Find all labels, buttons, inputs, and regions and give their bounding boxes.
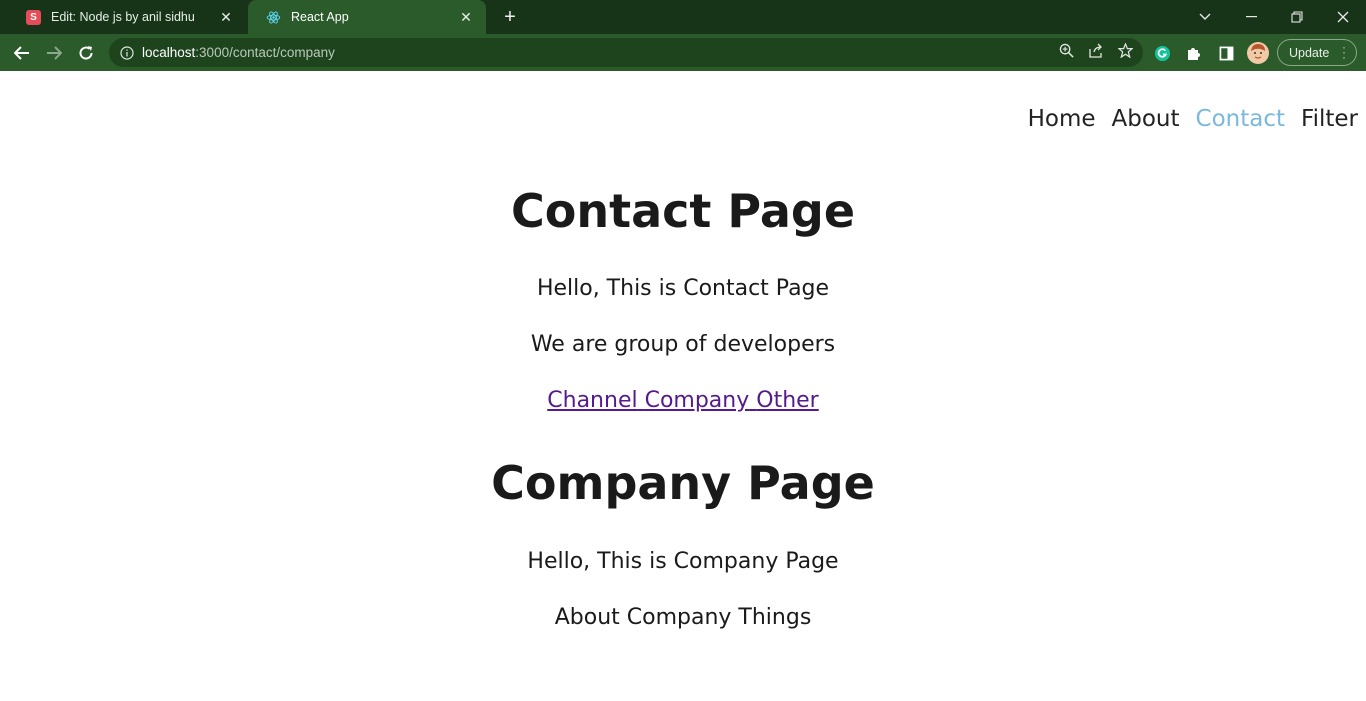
profile-avatar[interactable] — [1246, 41, 1270, 65]
nav-filter[interactable]: Filter — [1301, 106, 1358, 132]
close-window-icon[interactable] — [1320, 0, 1366, 34]
restore-icon[interactable] — [1274, 0, 1320, 34]
link-company[interactable]: Company — [638, 388, 757, 413]
favicon-s-icon: S — [26, 9, 41, 25]
browser-toolbar: localhost:3000/contact/company Update · … — [0, 34, 1366, 71]
info-icon[interactable] — [120, 45, 134, 60]
reload-icon[interactable] — [73, 40, 99, 66]
company-page-title: Company Page — [491, 456, 875, 510]
contact-intro-text: Hello, This is Contact Page — [536, 276, 830, 301]
extensions-puzzle-icon[interactable] — [1182, 41, 1206, 65]
page-content: Home About Contact Filter Contact Page H… — [0, 71, 1366, 701]
nav-home[interactable]: Home — [1028, 106, 1096, 132]
top-nav: Home About Contact Filter — [1028, 106, 1358, 132]
link-other[interactable]: Other — [756, 388, 818, 413]
tab-title: Edit: Node js by anil sidhu — [51, 10, 195, 24]
zoom-icon[interactable] — [1059, 43, 1074, 62]
forward-arrow-icon[interactable] — [41, 40, 67, 66]
contact-description-text: We are group of developers — [530, 332, 836, 357]
grammarly-icon[interactable] — [1150, 41, 1174, 65]
url-path: :3000/contact/company — [195, 45, 335, 60]
tab-react-app[interactable]: React App ✕ — [248, 0, 486, 34]
minimize-icon[interactable] — [1228, 0, 1274, 34]
close-icon[interactable]: ✕ — [218, 9, 234, 25]
share-icon[interactable] — [1088, 43, 1104, 62]
nav-about[interactable]: About — [1112, 106, 1180, 132]
tab-search-chevron-icon[interactable] — [1182, 0, 1228, 34]
contact-sub-links: Channel Company Other — [0, 388, 1366, 413]
link-channel[interactable]: Channel — [547, 388, 637, 413]
tab-edit-node-js[interactable]: S Edit: Node js by anil sidhu ✕ — [8, 0, 246, 34]
url-text: localhost:3000/contact/company — [142, 45, 335, 60]
address-bar[interactable]: localhost:3000/contact/company — [109, 38, 1143, 67]
url-host: localhost — [142, 45, 196, 60]
tab-strip: S Edit: Node js by anil sidhu ✕ React Ap… — [0, 0, 1366, 34]
company-description-text: About Company Things — [554, 605, 812, 630]
react-logo-icon — [266, 10, 281, 25]
browser-chrome: S Edit: Node js by anil sidhu ✕ React Ap… — [0, 0, 1366, 71]
new-tab-plus-icon[interactable]: + — [498, 5, 522, 29]
close-icon[interactable]: ✕ — [458, 9, 474, 25]
side-panel-icon[interactable] — [1214, 41, 1238, 65]
contact-page-title: Contact Page — [510, 184, 856, 238]
update-button[interactable]: Update · · · — [1277, 39, 1357, 66]
back-arrow-icon[interactable] — [9, 40, 35, 66]
company-intro-text: Hello, This is Company Page — [527, 549, 839, 574]
update-label: Update — [1289, 45, 1330, 60]
bookmark-star-icon[interactable] — [1117, 42, 1134, 62]
more-menu-icon[interactable]: · · · — [1342, 41, 1346, 63]
nav-contact[interactable]: Contact — [1196, 106, 1285, 132]
tab-title: React App — [291, 10, 349, 24]
